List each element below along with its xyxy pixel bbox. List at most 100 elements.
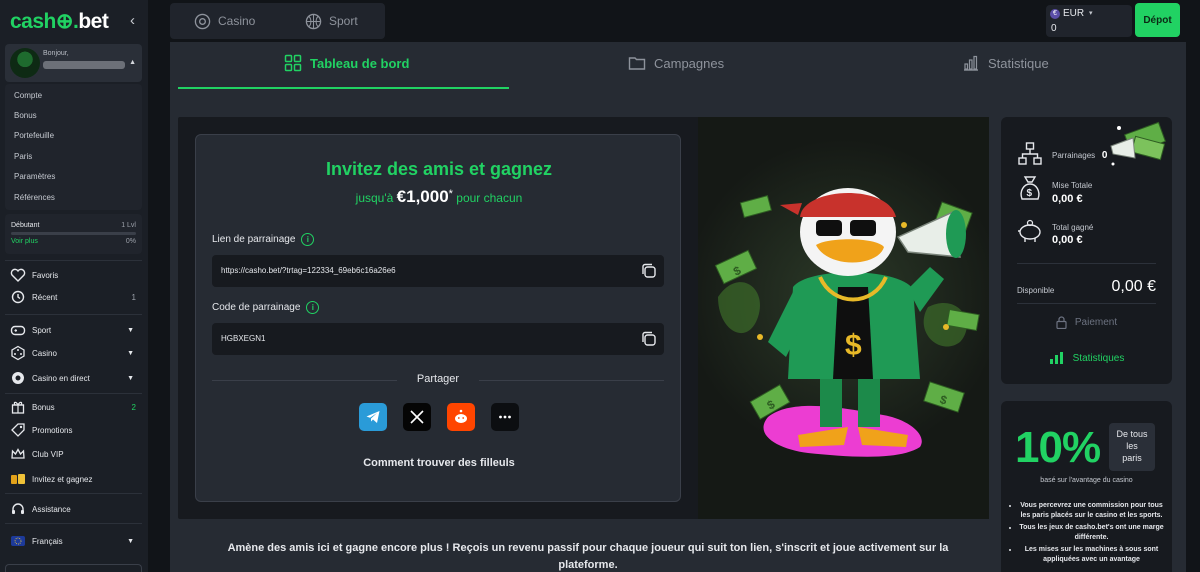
invite-sub-pre: jusqu'à xyxy=(355,191,394,205)
poker-chip-icon xyxy=(12,372,24,384)
lock-icon xyxy=(1056,316,1067,329)
invite-card: Invitez des amis et gagnez jusqu'à €1,00… xyxy=(195,134,681,502)
sidebar-item-casino-live[interactable]: Casino en direct ▼ xyxy=(10,370,138,388)
history-icon xyxy=(11,290,25,304)
basketball-icon xyxy=(305,13,322,29)
sidebar-item-label: Sport xyxy=(32,326,52,335)
sidebar-item-assistance[interactable]: Assistance xyxy=(10,501,138,519)
profile-dropdown[interactable]: Bonjour, ▲ xyxy=(5,44,142,82)
divider xyxy=(5,260,142,261)
share-x-button[interactable] xyxy=(403,403,431,431)
more-icon xyxy=(499,415,511,419)
divider xyxy=(1017,263,1156,264)
sidebar-item-label: Favoris xyxy=(32,271,59,280)
sidebar-item-casino[interactable]: Casino ▼ xyxy=(10,345,138,363)
available-label: Disponible xyxy=(1017,286,1055,295)
menu-item-references[interactable]: Références xyxy=(14,193,55,202)
sidebar-item-label: Club VIP xyxy=(32,450,64,459)
reddit-icon xyxy=(455,409,467,423)
sidebar-item-sport[interactable]: Sport ▼ xyxy=(10,322,138,340)
level-name: Débutant xyxy=(11,222,40,229)
menu-item-paris[interactable]: Paris xyxy=(14,152,32,161)
list-item: Vous percevrez une commission pour tous … xyxy=(1019,501,1164,521)
svg-text:$: $ xyxy=(845,329,862,362)
total-won-value: 0,00 € xyxy=(1052,234,1083,246)
copy-icon[interactable] xyxy=(641,331,656,346)
chevron-down-icon: ▼ xyxy=(127,327,134,334)
share-divider: Partager xyxy=(212,373,664,387)
duck-mascot-illustration: $ $ $ $ xyxy=(698,117,989,519)
payment-button[interactable]: Paiement xyxy=(1001,316,1172,329)
sidebar-item-label: Bonus xyxy=(32,403,55,412)
tab-sport-label: Sport xyxy=(329,14,358,28)
scope-line: les xyxy=(1126,441,1138,451)
tab-campaigns[interactable]: Campagnes xyxy=(628,54,724,72)
sidebar-item-promotions[interactable]: Promotions xyxy=(10,422,138,440)
level-see-more-link[interactable]: Voir plus xyxy=(11,238,38,245)
sidebar-bottom-button[interactable] xyxy=(5,564,142,572)
tab-casino[interactable]: Casino xyxy=(194,3,255,39)
greeting: Bonjour, xyxy=(43,50,69,57)
tab-statistics[interactable]: Statistique xyxy=(962,54,1049,72)
avatar xyxy=(10,48,40,78)
share-more-button[interactable] xyxy=(491,403,519,431)
chevron-down-icon: ▼ xyxy=(127,538,134,545)
menu-item-compte[interactable]: Compte xyxy=(14,91,42,100)
menu-item-parametres[interactable]: Paramètres xyxy=(14,172,55,181)
total-bet-label: Mise Totale xyxy=(1052,181,1093,190)
referral-code-field[interactable]: HGBXEGN1 xyxy=(212,323,664,355)
tab-dashboard[interactable]: Tableau de bord xyxy=(284,54,409,72)
copy-icon[interactable] xyxy=(641,263,656,278)
sidebar-item-invite[interactable]: Invitez et gagnez xyxy=(10,471,138,489)
bonus-count: 2 xyxy=(131,403,136,412)
language-selector[interactable]: Français ▼ xyxy=(10,533,138,551)
statistics-link[interactable]: Statistiques xyxy=(1001,351,1172,365)
recent-count: 1 xyxy=(131,293,136,302)
referral-link-field[interactable]: https://casho.bet/?trtag=122334_69eb6c16… xyxy=(212,255,664,287)
wallet-selector[interactable]: € EUR ▾ 0 xyxy=(1046,5,1132,37)
chevron-down-icon: ▾ xyxy=(1089,10,1093,17)
total-won-label: Total gagné xyxy=(1052,223,1094,232)
tab-sport[interactable]: Sport xyxy=(305,3,358,39)
info-icon[interactable]: i xyxy=(306,301,320,314)
commission-note: basé sur l'avantage du casino xyxy=(1040,477,1133,484)
hierarchy-icon xyxy=(1018,142,1042,165)
language-label: Français xyxy=(32,537,63,546)
deposit-button[interactable]: Dépot xyxy=(1135,3,1180,37)
x-logo-icon xyxy=(410,410,424,424)
total-bet-value: 0,00 € xyxy=(1052,193,1083,205)
sidebar-item-label: Assistance xyxy=(32,505,71,514)
how-to-find-referrals-link[interactable]: Comment trouver des filleuls xyxy=(196,457,682,469)
divider xyxy=(479,380,664,381)
sidebar-item-label: Récent xyxy=(32,293,58,302)
referral-link-value: https://casho.bet/?trtag=122334_69eb6c16… xyxy=(221,266,396,275)
collapse-sidebar-icon[interactable]: ‹ xyxy=(130,12,135,29)
sidebar-item-bonus[interactable]: Bonus 2 xyxy=(10,399,138,417)
invite-panel: Invitez des amis et gagnez jusqu'à €1,00… xyxy=(178,117,989,519)
share-reddit-button[interactable] xyxy=(447,403,475,431)
info-icon[interactable]: i xyxy=(301,233,315,246)
sidebar-item-recent[interactable]: Récent 1 xyxy=(10,289,138,307)
grid-icon xyxy=(284,54,302,72)
referral-code-label: Code de parrainage i xyxy=(212,301,320,314)
share-telegram-button[interactable] xyxy=(359,403,387,431)
euro-icon: € xyxy=(1050,9,1060,19)
divider xyxy=(5,393,142,394)
tab-casino-label: Casino xyxy=(218,14,256,28)
level-card: Débutant 1 Lvl Voir plus 0% xyxy=(5,214,142,254)
active-tab-indicator xyxy=(178,87,509,89)
tab-campaigns-label: Campagnes xyxy=(654,55,725,71)
piggy-bank-icon xyxy=(1018,219,1041,242)
sidebar-item-label: Casino en direct xyxy=(32,374,90,383)
share-label: Partager xyxy=(416,373,460,385)
coins-icon xyxy=(11,474,25,484)
menu-item-bonus[interactable]: Bonus xyxy=(14,111,37,120)
level-value: 1 Lvl xyxy=(121,222,136,229)
logo[interactable]: cash⊕.bet xyxy=(10,9,109,34)
menu-item-portefeuille[interactable]: Portefeuille xyxy=(14,131,54,140)
gamepad-icon xyxy=(10,325,26,336)
divider xyxy=(5,493,142,494)
sidebar-item-favoris[interactable]: Favoris xyxy=(10,267,138,285)
commission-card: 10% De tous les paris basé sur l'avantag… xyxy=(1001,401,1172,572)
sidebar-item-club-vip[interactable]: Club VIP xyxy=(10,446,138,464)
